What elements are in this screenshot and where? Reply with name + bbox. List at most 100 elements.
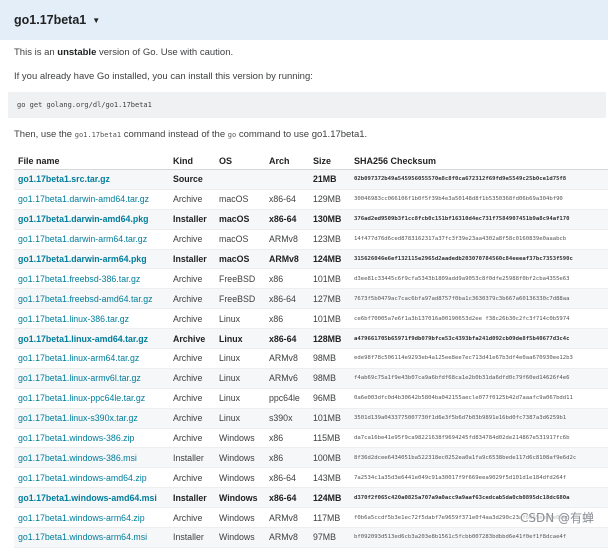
size-cell: 128MB	[309, 328, 350, 350]
size-cell: 98MB	[309, 348, 350, 369]
kind-cell: Archive	[169, 189, 215, 210]
file-link[interactable]: go1.17beta1.freebsd-amd64.tar.gz	[14, 288, 169, 310]
kind-cell: Archive	[169, 229, 215, 250]
table-row: go1.17beta1.src.tar.gz Source 21MB 02b09737…	[14, 169, 608, 190]
file-link[interactable]: go1.17beta1.linux-amd64.tar.gz	[14, 328, 169, 350]
col-header-kind: Kind	[169, 152, 215, 170]
table-row: go1.17beta1.windows-amd64.zip Archive Wind…	[14, 467, 608, 489]
file-link[interactable]: go1.17beta1.windows-amd64.msi	[14, 487, 169, 509]
col-header-size: Size	[309, 152, 350, 170]
arch-cell: ARMv8	[265, 348, 309, 369]
table-row: go1.17beta1.linux-386.tar.gz Archive Linux…	[14, 308, 608, 330]
size-cell: 97MB	[309, 527, 350, 548]
arch-cell: x86-64	[265, 328, 309, 350]
os-cell: macOS	[215, 189, 265, 210]
table-row: go1.17beta1.linux-arm64.tar.gz Archive Lin…	[14, 348, 608, 369]
file-link[interactable]: go1.17beta1.linux-ppc64le.tar.gz	[14, 388, 169, 409]
file-link[interactable]: go1.17beta1.darwin-amd64.pkg	[14, 209, 169, 230]
table-row: go1.17beta1.windows-arm64.msi Installer Wi…	[14, 527, 608, 548]
checksum-cell: ce6bf70005a7e6f1a3b137016a00190653d2ee f…	[350, 308, 608, 330]
file-link[interactable]: go1.17beta1.freebsd-386.tar.gz	[14, 268, 169, 290]
os-cell: Linux	[215, 368, 265, 389]
os-cell: Windows	[215, 487, 265, 509]
os-cell: Linux	[215, 348, 265, 369]
col-header-os: OS	[215, 152, 265, 170]
size-cell: 130MB	[309, 209, 350, 230]
file-link[interactable]: go1.17beta1.linux-arm64.tar.gz	[14, 348, 169, 369]
install-command: go get golang.org/dl/go1.17beta1	[17, 101, 152, 109]
os-cell: Windows	[215, 447, 265, 469]
size-cell: 100MB	[309, 447, 350, 469]
file-link[interactable]: go1.17beta1.linux-s390x.tar.gz	[14, 408, 169, 429]
table-row: go1.17beta1.darwin-arm64.tar.gz Archive ma…	[14, 229, 608, 250]
kind-cell: Archive	[169, 388, 215, 409]
arch-cell: x86	[265, 268, 309, 290]
table-row: go1.17beta1.linux-ppc64le.tar.gz Archive L…	[14, 388, 608, 409]
table-header-row: File name Kind OS Arch Size SHA256 Check…	[14, 152, 608, 170]
file-link[interactable]: go1.17beta1.darwin-arm64.pkg	[14, 249, 169, 270]
arch-cell: ARMv8	[265, 507, 309, 529]
size-cell: 21MB	[309, 169, 350, 190]
kind-cell: Archive	[169, 467, 215, 489]
os-cell: Linux	[215, 328, 265, 350]
checksum-cell: ede98f78c506114e9293eb4a125ee8ee7ec713d4…	[350, 348, 608, 369]
install-instruction: If you already have Go installed, you ca…	[14, 71, 313, 82]
release-header[interactable]: go1.17beta1 ▼	[0, 0, 608, 40]
col-header-checksum: SHA256 Checksum	[350, 152, 608, 170]
table-row: go1.17beta1.darwin-amd64.pkg Installer mac…	[14, 209, 608, 230]
table-row: go1.17beta1.windows-arm64.zip Archive Wind…	[14, 507, 608, 529]
kind-cell: Installer	[169, 209, 215, 230]
size-cell: 96MB	[309, 388, 350, 409]
file-link[interactable]: go1.17beta1.src.tar.gz	[14, 169, 169, 190]
kind-cell: Archive	[169, 408, 215, 429]
file-link[interactable]: go1.17beta1.linux-386.tar.gz	[14, 308, 169, 330]
checksum-cell: 0a6e003dfc0d4b30642b5804ba042155aecle077…	[350, 388, 608, 409]
caret-down-icon: ▼	[92, 15, 101, 25]
col-header-arch: Arch	[265, 152, 309, 170]
size-cell: 101MB	[309, 308, 350, 330]
os-cell: Linux	[215, 388, 265, 409]
os-cell: FreeBSD	[215, 268, 265, 290]
file-link[interactable]: go1.17beta1.darwin-arm64.tar.gz	[14, 229, 169, 250]
checksum-cell: 7a2534c1a35d3e6441e049c91a30017f9f669eea…	[350, 467, 608, 489]
checksum-cell: f4ab69c75a1f9e43b07ca9a6bfdf68ca1e2b0b31…	[350, 368, 608, 389]
checksum-cell: bf092093d513ed6cb3a203e8b1561c5fcbb00728…	[350, 527, 608, 548]
kind-cell: Archive	[169, 288, 215, 310]
file-link[interactable]: go1.17beta1.windows-arm64.msi	[14, 527, 169, 548]
inline-code-go: go	[227, 131, 237, 139]
kind-cell: Installer	[169, 487, 215, 509]
file-link[interactable]: go1.17beta1.windows-arm64.zip	[14, 507, 169, 529]
kind-cell: Archive	[169, 428, 215, 449]
checksum-cell: 14f477d76d6ced8783162317a37fc3f39e23aa43…	[350, 229, 608, 250]
table-row: go1.17beta1.linux-s390x.tar.gz Archive Lin…	[14, 408, 608, 429]
file-link[interactable]: go1.17beta1.windows-amd64.zip	[14, 467, 169, 489]
col-header-file-name: File name	[14, 152, 169, 170]
checksum-cell: 376ad2ed9509b3f1cc8fcb0c151bf16310d4ec73…	[350, 209, 608, 230]
size-cell: 129MB	[309, 189, 350, 210]
checksum-cell: 315626046e6ef132115e2965d2aadedb20307078…	[350, 249, 608, 270]
file-link[interactable]: go1.17beta1.linux-armv6l.tar.gz	[14, 368, 169, 389]
kind-cell: Archive	[169, 328, 215, 350]
file-link[interactable]: go1.17beta1.windows-386.msi	[14, 447, 169, 469]
size-cell: 101MB	[309, 408, 350, 429]
arch-cell: x86-64	[265, 189, 309, 210]
arch-cell: x86	[265, 308, 309, 330]
size-cell: 101MB	[309, 268, 350, 290]
os-cell: Windows	[215, 428, 265, 449]
kind-cell: Archive	[169, 268, 215, 290]
file-link[interactable]: go1.17beta1.darwin-amd64.tar.gz	[14, 189, 169, 210]
unstable-notice: This is an unstable version of Go. Use w…	[14, 47, 234, 58]
table-row: go1.17beta1.windows-386.msi Installer Wind…	[14, 447, 608, 469]
size-cell: 143MB	[309, 467, 350, 489]
os-cell: FreeBSD	[215, 288, 265, 310]
os-cell: macOS	[215, 229, 265, 250]
size-cell: 117MB	[309, 507, 350, 529]
file-link[interactable]: go1.17beta1.windows-386.zip	[14, 428, 169, 449]
arch-cell: ARMv8	[265, 527, 309, 548]
size-cell: 127MB	[309, 288, 350, 310]
kind-cell: Archive	[169, 308, 215, 330]
arch-cell: x86-64	[265, 487, 309, 509]
os-cell: Linux	[215, 408, 265, 429]
table-row: go1.17beta1.windows-386.zip Archive Window…	[14, 428, 608, 449]
install-command-block[interactable]: go get golang.org/dl/go1.17beta1	[8, 92, 606, 118]
